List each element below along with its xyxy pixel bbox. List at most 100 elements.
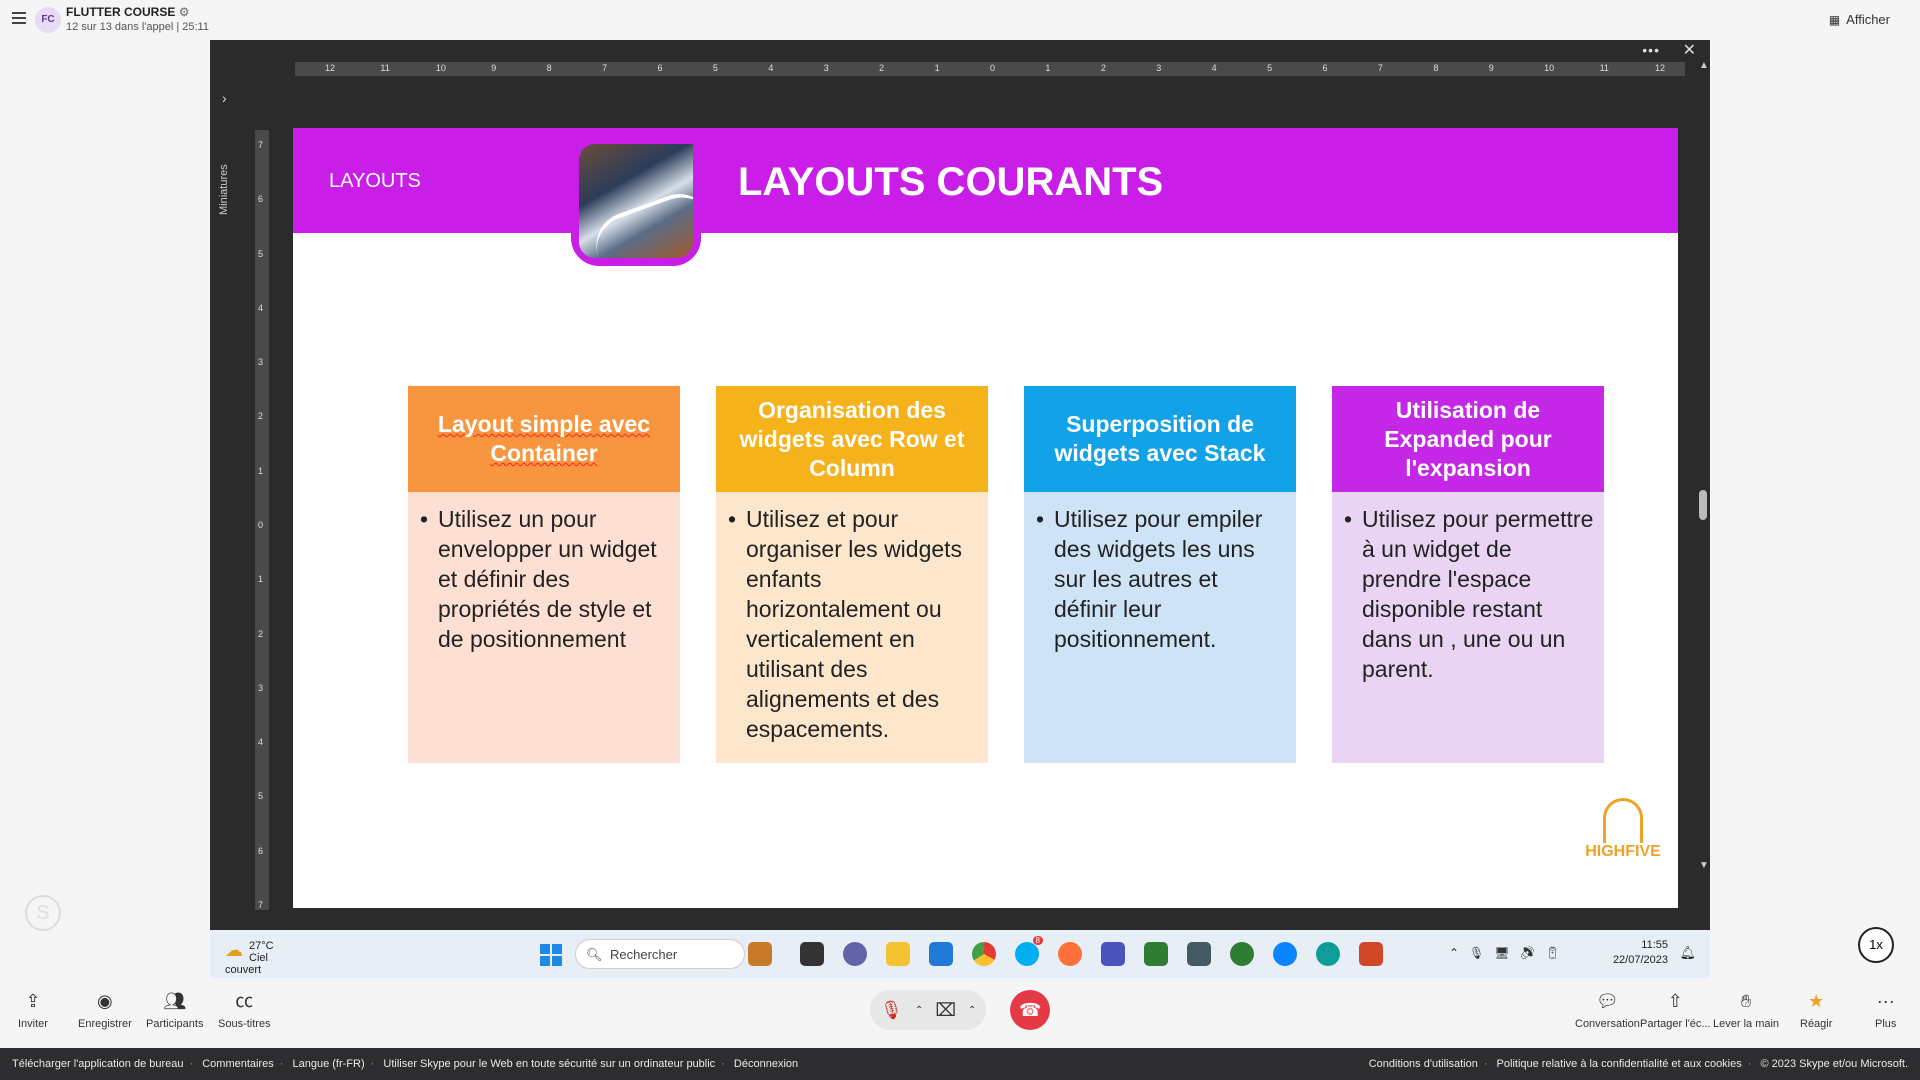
ruler-tick: 3 <box>258 357 264 368</box>
card-bullet: Utilisez pour permettre à un widget de p… <box>1344 504 1594 684</box>
slide-tag: LAYOUTS <box>329 170 421 192</box>
mute-group: 🎙︎ ⌃ ⌧ ⌃ <box>870 990 987 1030</box>
ruler-tick: 3 <box>258 682 264 693</box>
card-expanded: Utilisation de Expanded pour l'expansion… <box>1332 386 1604 763</box>
chat-icon[interactable] <box>843 942 867 966</box>
footer-link[interactable]: Politique relative à la confidentialité … <box>1497 1058 1742 1070</box>
weather-widget[interactable]: ☁ 27°C Ciel couvert <box>225 940 283 976</box>
ruler-tick: 5 <box>258 248 264 259</box>
app-icon[interactable] <box>1144 942 1168 966</box>
ruler-tick: 7 <box>602 63 608 73</box>
ruler-tick: 8 <box>1433 63 1439 73</box>
firefox-icon[interactable] <box>1058 942 1082 966</box>
task-view-icon[interactable] <box>800 942 824 966</box>
windows-start-icon[interactable] <box>540 944 562 966</box>
ruler-tick: 0 <box>258 520 264 530</box>
ruler-tick: 12 <box>1655 63 1666 73</box>
scroll-down-icon[interactable]: ▼ <box>1699 860 1709 871</box>
taskbar-clock[interactable]: 11:55 22/07/2023 <box>1613 938 1668 968</box>
call-title[interactable]: FLUTTER COURSE ⚙ <box>66 5 189 19</box>
footer-link[interactable]: Télécharger l'application de bureau <box>12 1058 184 1070</box>
react-button[interactable]: ★ Réagir <box>1800 990 1832 1030</box>
conversation-button[interactable]: 💬︎ Conversation <box>1575 990 1640 1030</box>
ruler-tick: 11 <box>380 63 390 73</box>
scroll-thumb[interactable] <box>1699 490 1707 520</box>
card-body: Utilisez et pour organiser les widgets e… <box>716 492 988 763</box>
participants-button[interactable]: 👥︎ Participants <box>146 990 203 1030</box>
footer-links-right: Conditions d'utilisation · Politique rela… <box>1368 1058 1908 1070</box>
footer-link[interactable]: Langue (fr-FR) <box>293 1058 365 1070</box>
footer-links-left: Télécharger l'application de bureau · Com… <box>12 1058 799 1070</box>
ruler-tick: 9 <box>491 63 497 73</box>
briefcase-icon[interactable] <box>748 942 772 966</box>
ruler-tick: 1 <box>258 574 264 585</box>
ruler-tick: 10 <box>435 63 446 73</box>
invite-button[interactable]: ⇪ Inviter <box>18 990 48 1030</box>
hand-icon: ✋︎ <box>1740 991 1752 1011</box>
skype-icon[interactable]: 8 <box>1015 936 1043 966</box>
chevron-right-icon[interactable]: › <box>222 90 227 106</box>
hang-up-button[interactable]: ☎ <box>1010 990 1051 1030</box>
taskbar-search[interactable]: 🔍︎ Rechercher <box>575 939 745 969</box>
edge-icon[interactable] <box>1316 942 1340 966</box>
card-title: Superposition de widgets avec Stack <box>1024 386 1296 492</box>
ruler-tick: 3 <box>823 63 829 73</box>
teams-icon[interactable] <box>1101 942 1125 966</box>
system-tray[interactable]: ⌃🎙︎🖥︎🔊︎🔋︎ <box>1449 946 1570 960</box>
ruler-tick: 7 <box>258 140 264 150</box>
card-row-column: Organisation des widgets avec Row et Col… <box>716 386 988 763</box>
subtitles-button[interactable]: ㏄ Sous-titres <box>218 990 271 1030</box>
thumbnails-label[interactable]: Miniatures <box>218 164 230 215</box>
file-explorer-icon[interactable] <box>886 942 910 966</box>
raise-hand-button[interactable]: ✋︎ Lever la main <box>1713 990 1779 1030</box>
horizontal-ruler: 12 11 10 9 8 7 6 5 4 3 2 1 0 1 2 3 4 5 6 7 8 9 10 11 12 <box>295 62 1685 76</box>
chevron-up-icon[interactable]: ⌃ <box>915 1005 923 1016</box>
share-screen-button[interactable]: ⇧ Partager l'éc... <box>1640 990 1711 1030</box>
subtitles-icon: ㏄ <box>235 991 254 1011</box>
ruler-tick: 5 <box>258 791 264 802</box>
hamburger-menu-icon[interactable] <box>12 12 26 24</box>
vertical-scrollbar[interactable]: ▲ ▼ <box>1696 60 1710 908</box>
chrome-icon[interactable] <box>972 942 996 966</box>
settings-icon[interactable]: ⚙ <box>179 5 190 19</box>
ruler-tick: 1 <box>934 63 940 73</box>
ruler-tick: 7 <box>1377 63 1383 73</box>
phone-hangup-icon: ☎ <box>1019 1000 1042 1020</box>
app-blue-icon[interactable] <box>1273 942 1297 966</box>
footer-link[interactable]: Conditions d'utilisation <box>1369 1058 1478 1070</box>
ruler-tick: 4 <box>258 737 264 748</box>
skype-badge: 8 <box>1032 936 1043 945</box>
windows-taskbar: ☁ 27°C Ciel couvert 🔍︎ Rechercher 8 ⌃🎙︎🖥… <box>210 930 1710 978</box>
shared-screen: ••• ✕ › Miniatures 12 11 10 9 8 7 6 5 4 3 2 1 0 1 2 3 4 5… <box>210 40 1710 978</box>
skype-watermark-icon: S <box>25 895 61 931</box>
close-icon[interactable]: ✕ <box>1683 40 1696 60</box>
footer-link[interactable]: Commentaires <box>202 1058 274 1070</box>
ruler-tick: 2 <box>1100 63 1106 73</box>
more-button[interactable]: ··· Plus <box>1875 990 1896 1030</box>
scroll-up-icon[interactable]: ▲ <box>1699 60 1709 71</box>
slide-header: LAYOUTS LAYOUTS COURANTS <box>293 128 1678 233</box>
ruler-tick: 0 <box>990 63 996 73</box>
ruler-tick: 10 <box>1544 63 1555 73</box>
view-button[interactable]: ▦ Afficher <box>1829 12 1890 27</box>
cloud-icon: ☁ <box>225 940 243 960</box>
more-horizontal-icon[interactable]: ••• <box>1642 42 1660 58</box>
ruler-tick: 2 <box>258 411 264 422</box>
vscode-icon[interactable] <box>929 942 953 966</box>
chevron-up-icon[interactable]: ⌃ <box>968 1005 976 1016</box>
powerpoint-icon[interactable] <box>1359 942 1383 966</box>
notifications-icon[interactable]: 🔔︎ <box>1679 945 1696 961</box>
app-hs-icon[interactable] <box>1230 942 1254 966</box>
speed-button[interactable]: 1x <box>1858 927 1894 963</box>
record-button[interactable]: ◉ Enregistrer <box>78 990 132 1030</box>
footer-link[interactable]: Déconnexion <box>734 1058 798 1070</box>
footer-link[interactable]: Utiliser Skype pour le Web en toute sécu… <box>383 1058 715 1070</box>
call-subtitle: 12 sur 13 dans l'appel | 25:11 <box>66 21 209 33</box>
ruler-tick: 6 <box>258 845 264 856</box>
video-off-icon[interactable]: ⌧ <box>935 1000 956 1021</box>
ruler-tick: 1 <box>258 465 264 476</box>
share-toolbar: ••• ✕ <box>210 40 1710 60</box>
remote-desktop-icon[interactable] <box>1187 942 1211 966</box>
mic-off-icon[interactable]: 🎙︎ <box>880 1000 903 1021</box>
call-avatar[interactable]: FC <box>35 7 61 33</box>
